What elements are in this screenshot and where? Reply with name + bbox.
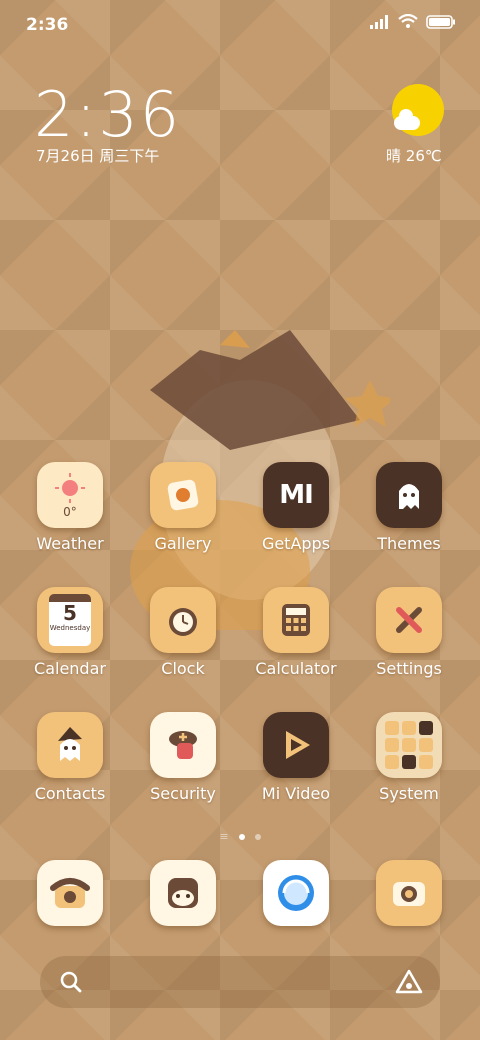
- app-label: Calendar: [34, 659, 106, 678]
- app-calendar[interactable]: 5 Wednesday Calendar: [20, 587, 120, 678]
- camera-icon: [376, 860, 442, 926]
- dock-phone[interactable]: [20, 860, 120, 926]
- cloud-icon: [394, 109, 420, 130]
- app-label: Contacts: [34, 784, 106, 803]
- telephone-icon: [37, 860, 103, 926]
- sun-glyph-icon: [55, 473, 85, 503]
- app-label: Gallery: [154, 534, 212, 553]
- calendar-day: 5: [63, 601, 77, 625]
- weather-text: 晴 26℃: [386, 145, 442, 166]
- weather-temp: 26℃: [405, 147, 442, 165]
- play-icon: [263, 712, 329, 778]
- app-contacts[interactable]: Contacts: [20, 712, 120, 803]
- folder-icon: [376, 712, 442, 778]
- app-settings[interactable]: Settings: [359, 587, 459, 678]
- status-bar: 2:36: [0, 0, 480, 50]
- mi-icon: MI: [263, 462, 329, 528]
- app-label: Themes: [377, 534, 441, 553]
- ghost-witch-icon: [37, 712, 103, 778]
- browser-icon: [263, 860, 329, 926]
- ghost-icon: [376, 462, 442, 528]
- weather-app-temp: 0°: [63, 505, 77, 519]
- app-label: GetApps: [261, 534, 331, 553]
- status-time: 2:36: [26, 15, 69, 35]
- signal-icon: [370, 14, 388, 29]
- page-dot-active: [238, 833, 245, 840]
- app-label: Security: [150, 784, 216, 803]
- cat-chat-icon: [150, 860, 216, 926]
- status-icons: [370, 14, 456, 29]
- calendar-icon: 5 Wednesday: [37, 587, 103, 653]
- app-system-folder[interactable]: System: [359, 712, 459, 803]
- app-mi-video[interactable]: Mi Video: [246, 712, 346, 803]
- app-label: Calculator: [255, 659, 337, 678]
- mi-logo: MI: [279, 480, 314, 510]
- dock-browser[interactable]: [246, 860, 346, 926]
- dock-camera[interactable]: [359, 860, 459, 926]
- sun-icon: 0°: [37, 462, 103, 528]
- app-clock[interactable]: Clock: [133, 587, 233, 678]
- app-label: System: [379, 784, 439, 803]
- app-weather[interactable]: 0° Weather: [20, 462, 120, 553]
- page-dot: [254, 833, 261, 840]
- search-icon: [60, 971, 82, 993]
- calendar-weekday: Wednesday: [49, 624, 91, 632]
- app-label: Mi Video: [261, 784, 331, 803]
- wifi-icon: [398, 14, 418, 28]
- alarm-clock-icon: [150, 587, 216, 653]
- calculator-icon: [263, 587, 329, 653]
- app-label: Clock: [161, 659, 205, 678]
- app-security[interactable]: Security: [133, 712, 233, 803]
- app-themes[interactable]: Themes: [359, 462, 459, 553]
- gallery-icon: [150, 462, 216, 528]
- app-gallery[interactable]: Gallery: [133, 462, 233, 553]
- app-calculator[interactable]: Calculator: [246, 587, 346, 678]
- weather-condition: 晴: [386, 147, 402, 165]
- assistant-icon[interactable]: [394, 968, 424, 996]
- app-label: Weather: [36, 534, 104, 553]
- shield-icon: [150, 712, 216, 778]
- menu-lines-icon: ≡: [219, 830, 229, 843]
- page-indicator[interactable]: ≡: [0, 830, 480, 843]
- search-bar[interactable]: [40, 956, 440, 1008]
- dock-messages[interactable]: [133, 860, 233, 926]
- battery-icon: [426, 14, 455, 29]
- clock-widget[interactable]: 2:36: [34, 78, 181, 151]
- app-getapps[interactable]: MI GetApps: [246, 462, 346, 553]
- app-label: Settings: [376, 659, 442, 678]
- date-label: 7月26日 周三下午: [36, 147, 160, 165]
- tools-icon: [376, 587, 442, 653]
